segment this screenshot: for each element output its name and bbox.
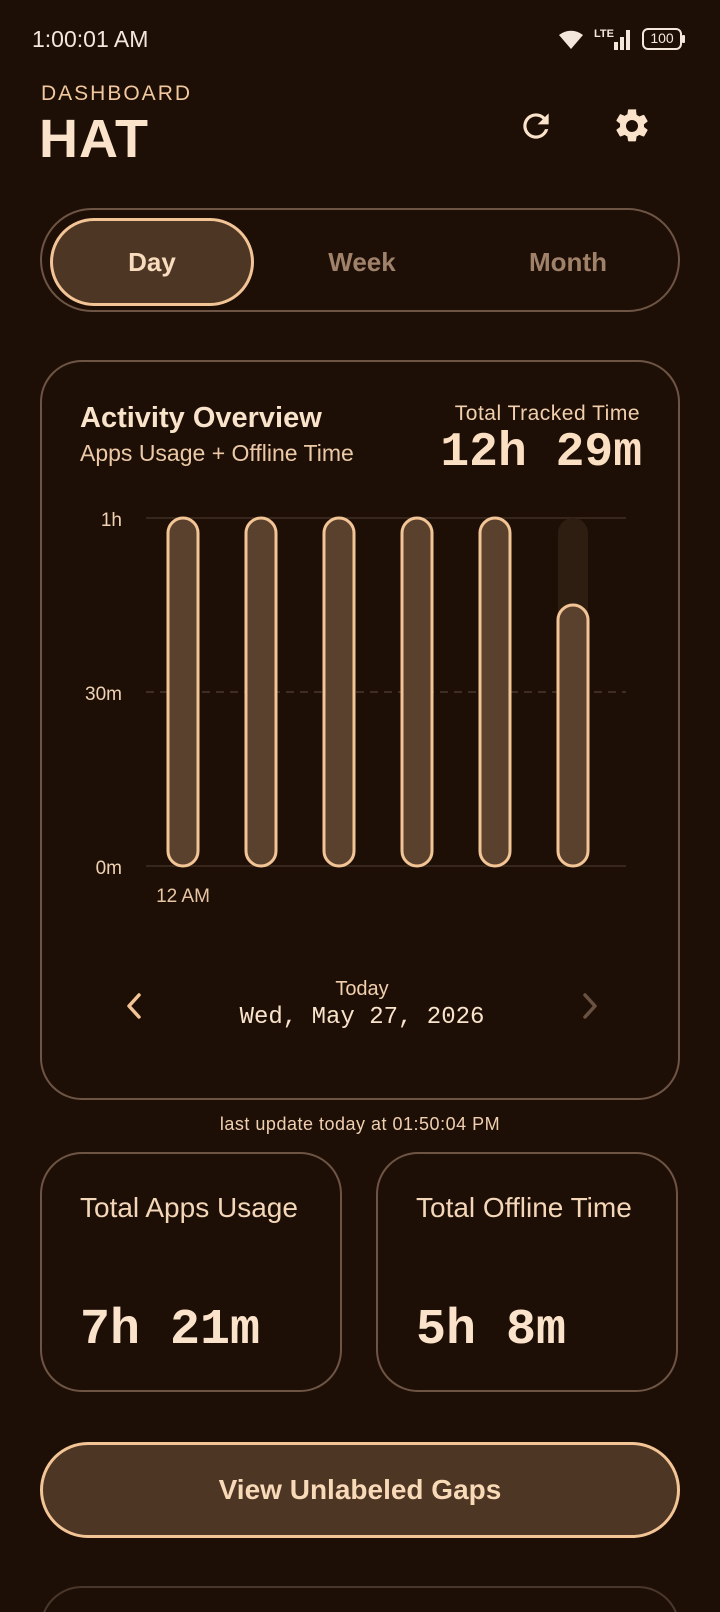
status-bar: 1:00:01 AM LTE 100 bbox=[0, 0, 720, 80]
x-tick-label: 12 AM bbox=[156, 886, 210, 907]
activity-bar bbox=[478, 516, 512, 868]
y-tick-label: 1h bbox=[101, 510, 122, 531]
tab-day[interactable]: Day bbox=[50, 218, 254, 306]
activity-bar bbox=[166, 516, 200, 868]
cellular-signal-icon: LTE bbox=[594, 26, 634, 52]
total-tracked-label: Total Tracked Time bbox=[454, 402, 640, 425]
card-title: Activity Overview bbox=[80, 402, 322, 434]
total-offline-time-card: Total Offline Time 5h 8m bbox=[376, 1152, 678, 1392]
activity-bar bbox=[322, 516, 356, 868]
last-update-text: last update today at 01:50:04 PM bbox=[219, 1114, 501, 1134]
card-subtitle: Apps Usage + Offline Time bbox=[80, 440, 354, 466]
battery-icon: 100 bbox=[642, 27, 686, 51]
activity-overview-card: Activity Overview Apps Usage + Offline T… bbox=[40, 360, 680, 1100]
stat-value: 5h 8m bbox=[416, 1302, 567, 1359]
activity-bar bbox=[556, 603, 590, 868]
dashboard-screen: 1:00:01 AM LTE 100 DASHBOARD HAT Day Wee… bbox=[0, 0, 720, 1612]
page-kicker: DASHBOARD bbox=[41, 82, 193, 105]
view-unlabeled-gaps-button[interactable]: View Unlabeled Gaps bbox=[40, 1442, 680, 1538]
y-tick-label: 30m bbox=[85, 684, 122, 705]
total-apps-usage-card: Total Apps Usage 7h 21m bbox=[40, 1152, 342, 1392]
period-tabs: Day Week Month bbox=[40, 208, 680, 312]
status-time: 1:00:01 AM bbox=[32, 26, 149, 52]
settings-button[interactable] bbox=[604, 100, 660, 156]
chevron-right-icon bbox=[579, 991, 601, 1026]
status-icons: LTE 100 bbox=[556, 26, 686, 52]
network-type-text: LTE bbox=[594, 28, 614, 40]
gear-icon bbox=[612, 106, 652, 151]
wifi-icon bbox=[556, 27, 586, 51]
refresh-button[interactable] bbox=[508, 100, 564, 156]
stat-label: Total Apps Usage bbox=[80, 1192, 298, 1223]
refresh-icon bbox=[517, 107, 555, 150]
stat-value: 7h 21m bbox=[80, 1302, 261, 1359]
total-tracked-value: 12h 29m bbox=[440, 426, 642, 480]
next-card-peek bbox=[40, 1586, 680, 1612]
page-title: HAT bbox=[39, 109, 149, 169]
tab-month[interactable]: Month bbox=[462, 218, 674, 306]
activity-bar bbox=[400, 516, 434, 868]
battery-level: 100 bbox=[650, 30, 674, 46]
stat-label: Total Offline Time bbox=[416, 1192, 632, 1223]
activity-bar-chart: 0m 30m 1h 12 AM bbox=[85, 510, 626, 907]
y-tick-label: 0m bbox=[96, 858, 122, 879]
next-day-button[interactable] bbox=[568, 986, 612, 1030]
tab-week[interactable]: Week bbox=[256, 218, 468, 306]
activity-bar bbox=[244, 516, 278, 868]
date-navigator: Today Wed, May 27, 2026 bbox=[42, 972, 682, 1052]
